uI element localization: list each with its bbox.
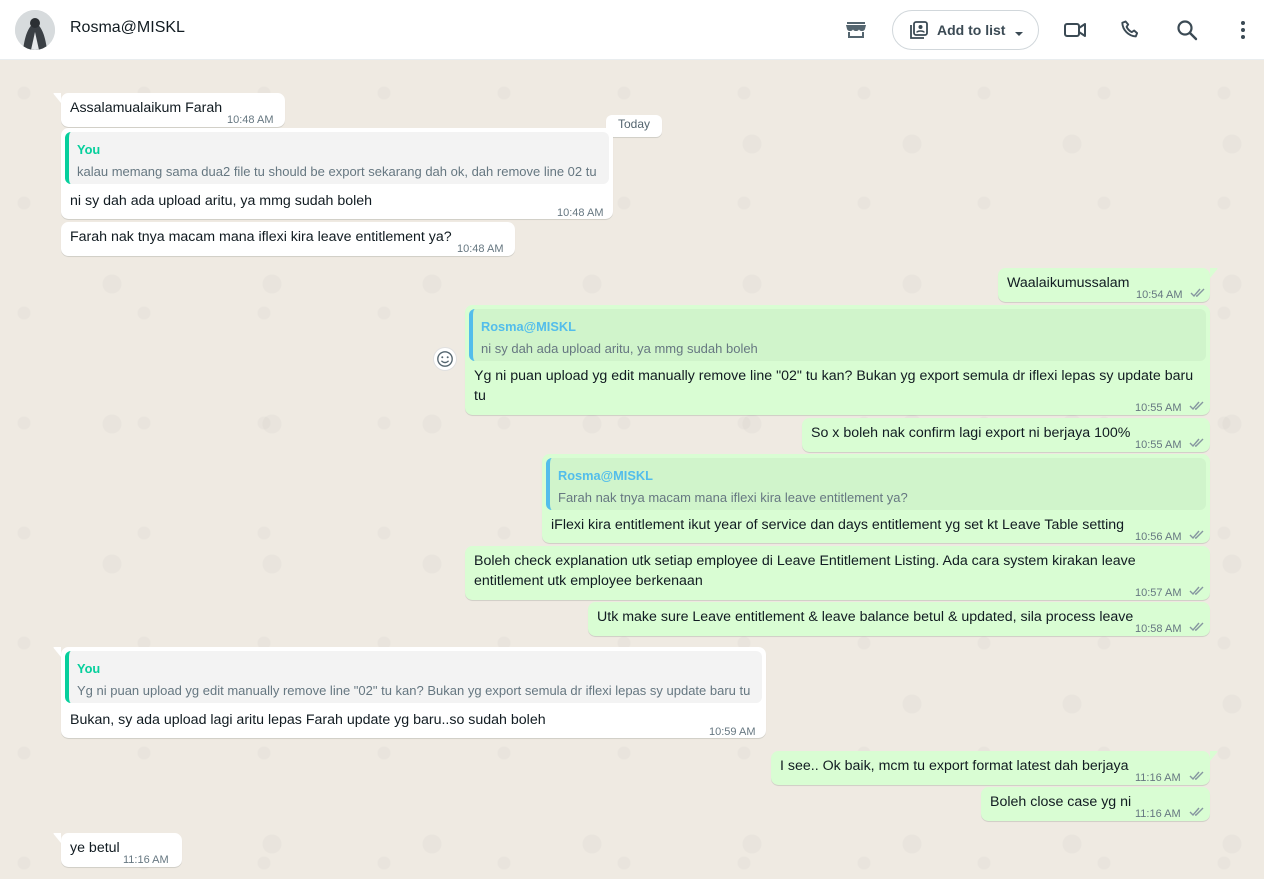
message-text: Yg ni puan upload yg edit manually remov… — [474, 368, 1194, 404]
message-time: 10:57 AM — [1135, 587, 1182, 599]
message-bubble-outgoing[interactable]: Waalaikumussalam 10:54 AM — [998, 268, 1218, 302]
quote-author: Rosma@MISKL — [558, 468, 653, 483]
bubble-tail — [53, 833, 61, 843]
message-time: 10:55 AM — [1135, 402, 1182, 414]
contact-name[interactable]: Rosma@MISKL — [70, 19, 185, 37]
message-bubble-outgoing[interactable]: Boleh close case yg ni 11:16 AM — [981, 787, 1210, 821]
message-time: 11:16 AM — [1135, 772, 1181, 784]
message-time: 10:58 AM — [1135, 623, 1182, 635]
quote-author: You — [77, 142, 101, 157]
read-ticks-icon — [1189, 401, 1204, 411]
message-text: ye betul — [70, 840, 120, 856]
message-text: Boleh close case yg ni — [990, 794, 1132, 810]
chat-header: Rosma@MISKL Add to list — [0, 0, 1264, 60]
message-bubble-incoming[interactable]: ye betul 11:16 AM — [53, 833, 182, 867]
message-bubble-outgoing[interactable]: I see.. Ok baik, mcm tu export format la… — [771, 751, 1218, 785]
quoted-message[interactable]: Rosma@MISKL Farah nak tnya macam mana if… — [546, 458, 1206, 510]
message-bubble-outgoing[interactable]: Boleh check explanation utk setiap emplo… — [465, 546, 1210, 600]
message-bubble-incoming[interactable]: You Yg ni puan upload yg edit manually r… — [53, 647, 766, 738]
add-to-list-label: Add to list — [937, 22, 1006, 38]
message-time: 11:16 AM — [123, 854, 169, 866]
read-ticks-icon — [1189, 438, 1204, 448]
message-time: 10:48 AM — [457, 243, 504, 255]
read-ticks-icon — [1189, 622, 1204, 632]
quote-text: kalau memang sama dua2 file tu should be… — [77, 164, 597, 179]
search-icon[interactable] — [1175, 18, 1199, 42]
quoted-message[interactable]: Rosma@MISKL ni sy dah ada upload aritu, … — [469, 309, 1206, 361]
message-bubble-outgoing[interactable]: So x boleh nak confirm lagi export ni be… — [802, 418, 1210, 452]
message-bubble-outgoing[interactable]: Rosma@MISKL ni sy dah ada upload aritu, … — [465, 305, 1210, 415]
bubble-tail — [1210, 268, 1218, 278]
message-time: 10:59 AM — [709, 726, 756, 738]
message-time: 10:54 AM — [1136, 289, 1183, 301]
message-bubble-incoming[interactable]: Farah nak tnya macam mana iflexi kira le… — [61, 222, 515, 256]
phone-icon[interactable] — [1119, 18, 1143, 42]
bubble-tail — [1210, 751, 1218, 761]
read-ticks-icon — [1189, 586, 1204, 596]
message-text: Bukan, sy ada upload lagi aritu lepas Fa… — [70, 712, 546, 728]
quote-text: Farah nak tnya macam mana iflexi kira le… — [558, 490, 908, 505]
date-separator: Today — [606, 115, 662, 137]
message-bubble-incoming[interactable]: Assalamualaikum Farah 10:48 AM — [53, 93, 285, 127]
add-to-list-icon — [909, 20, 929, 40]
message-text: Assalamualaikum Farah — [70, 100, 223, 116]
message-time: 10:56 AM — [1135, 531, 1182, 543]
message-time: 10:55 AM — [1135, 439, 1182, 451]
emoji-reaction-icon[interactable] — [433, 347, 457, 371]
quote-text: ni sy dah ada upload aritu, ya mmg sudah… — [481, 341, 758, 356]
message-text: Farah nak tnya macam mana iflexi kira le… — [70, 229, 452, 245]
message-time: 10:48 AM — [557, 207, 604, 219]
bubble-tail — [53, 647, 61, 657]
message-text: ni sy dah ada upload aritu, ya mmg sudah… — [70, 193, 373, 209]
message-bubble-outgoing[interactable]: Rosma@MISKL Farah nak tnya macam mana if… — [542, 454, 1210, 543]
read-ticks-icon — [1189, 530, 1204, 540]
message-time: 11:16 AM — [1135, 808, 1181, 820]
quote-author: You — [77, 661, 101, 676]
read-ticks-icon — [1190, 288, 1205, 298]
quote-author: Rosma@MISKL — [481, 319, 576, 334]
read-ticks-icon — [1189, 771, 1204, 781]
contact-avatar[interactable] — [15, 10, 55, 50]
message-text: Boleh check explanation utk setiap emplo… — [474, 553, 1136, 589]
message-text: So x boleh nak confirm lagi export ni be… — [811, 425, 1131, 441]
add-to-list-button[interactable]: Add to list — [892, 10, 1039, 50]
message-text: iFlexi kira entitlement ikut year of ser… — [551, 517, 1125, 533]
quote-text: Yg ni puan upload yg edit manually remov… — [77, 683, 751, 698]
message-text: Waalaikumussalam — [1007, 275, 1130, 291]
video-call-icon[interactable] — [1063, 18, 1087, 42]
quoted-message[interactable]: You Yg ni puan upload yg edit manually r… — [65, 651, 762, 703]
message-bubble-outgoing[interactable]: Utk make sure Leave entitlement & leave … — [588, 602, 1210, 636]
store-icon[interactable] — [844, 18, 868, 42]
more-options-icon[interactable] — [1231, 18, 1255, 42]
chevron-down-icon — [1014, 26, 1024, 36]
message-time: 10:48 AM — [227, 114, 274, 126]
bubble-tail — [53, 93, 61, 103]
message-bubble-incoming[interactable]: You kalau memang sama dua2 file tu shoul… — [61, 128, 613, 219]
quoted-message[interactable]: You kalau memang sama dua2 file tu shoul… — [65, 132, 609, 184]
message-text: Utk make sure Leave entitlement & leave … — [597, 609, 1134, 625]
read-ticks-icon — [1189, 807, 1204, 817]
message-text: I see.. Ok baik, mcm tu export format la… — [780, 758, 1129, 774]
